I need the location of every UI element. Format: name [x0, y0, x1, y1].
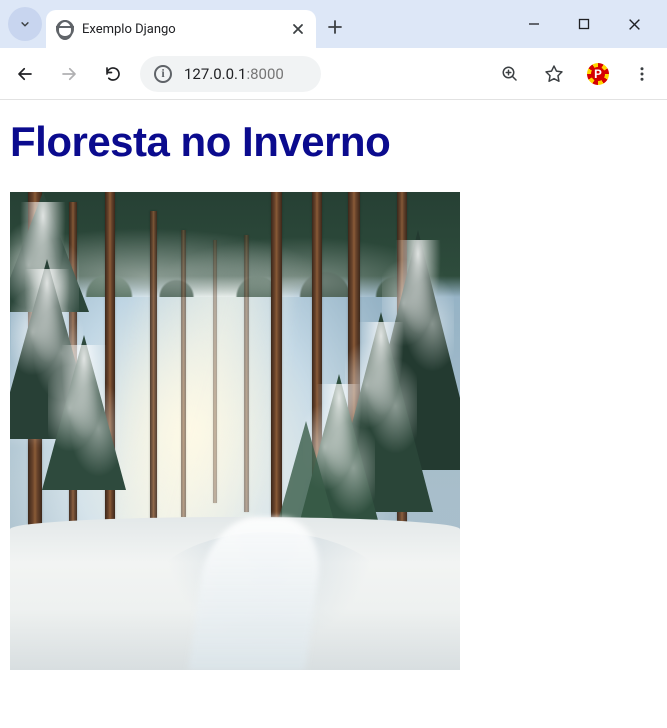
extension-badge-icon: [587, 63, 609, 85]
globe-icon: [56, 20, 74, 38]
close-window-button[interactable]: [609, 4, 659, 44]
zoom-button[interactable]: [493, 57, 527, 91]
forward-button[interactable]: [52, 57, 86, 91]
tab-title: Exemplo Django: [82, 22, 282, 37]
url-text: 127.0.0.1:8000: [184, 65, 284, 83]
minimize-button[interactable]: [509, 4, 559, 44]
site-info-icon[interactable]: [154, 65, 172, 83]
extension-button[interactable]: [581, 57, 615, 91]
browser-menu-button[interactable]: [625, 57, 659, 91]
chevron-down-icon: [18, 17, 32, 31]
browser-tab[interactable]: Exemplo Django: [46, 10, 316, 48]
zoom-icon: [501, 65, 519, 83]
bookmark-button[interactable]: [537, 57, 571, 91]
close-icon: [628, 18, 641, 31]
tab-search-button[interactable]: [8, 7, 42, 41]
address-bar[interactable]: 127.0.0.1:8000: [140, 56, 321, 92]
minimize-icon: [528, 18, 540, 30]
browser-tab-strip: Exemplo Django: [0, 0, 667, 48]
plus-icon: [328, 20, 342, 34]
star-icon: [544, 64, 564, 84]
reload-button[interactable]: [96, 57, 130, 91]
page-content: Floresta no Inverno: [0, 100, 667, 688]
arrow-right-icon: [60, 65, 78, 83]
page-heading: Floresta no Inverno: [10, 118, 657, 166]
close-icon: [292, 23, 304, 35]
kebab-menu-icon: [633, 65, 651, 83]
forest-image: [10, 192, 460, 670]
browser-toolbar: 127.0.0.1:8000: [0, 48, 667, 100]
arrow-left-icon: [16, 65, 34, 83]
new-tab-button[interactable]: [320, 12, 350, 42]
maximize-icon: [578, 18, 590, 30]
window-controls: [509, 4, 659, 44]
maximize-button[interactable]: [559, 4, 609, 44]
close-tab-button[interactable]: [290, 21, 306, 37]
back-button[interactable]: [8, 57, 42, 91]
reload-icon: [104, 65, 122, 83]
